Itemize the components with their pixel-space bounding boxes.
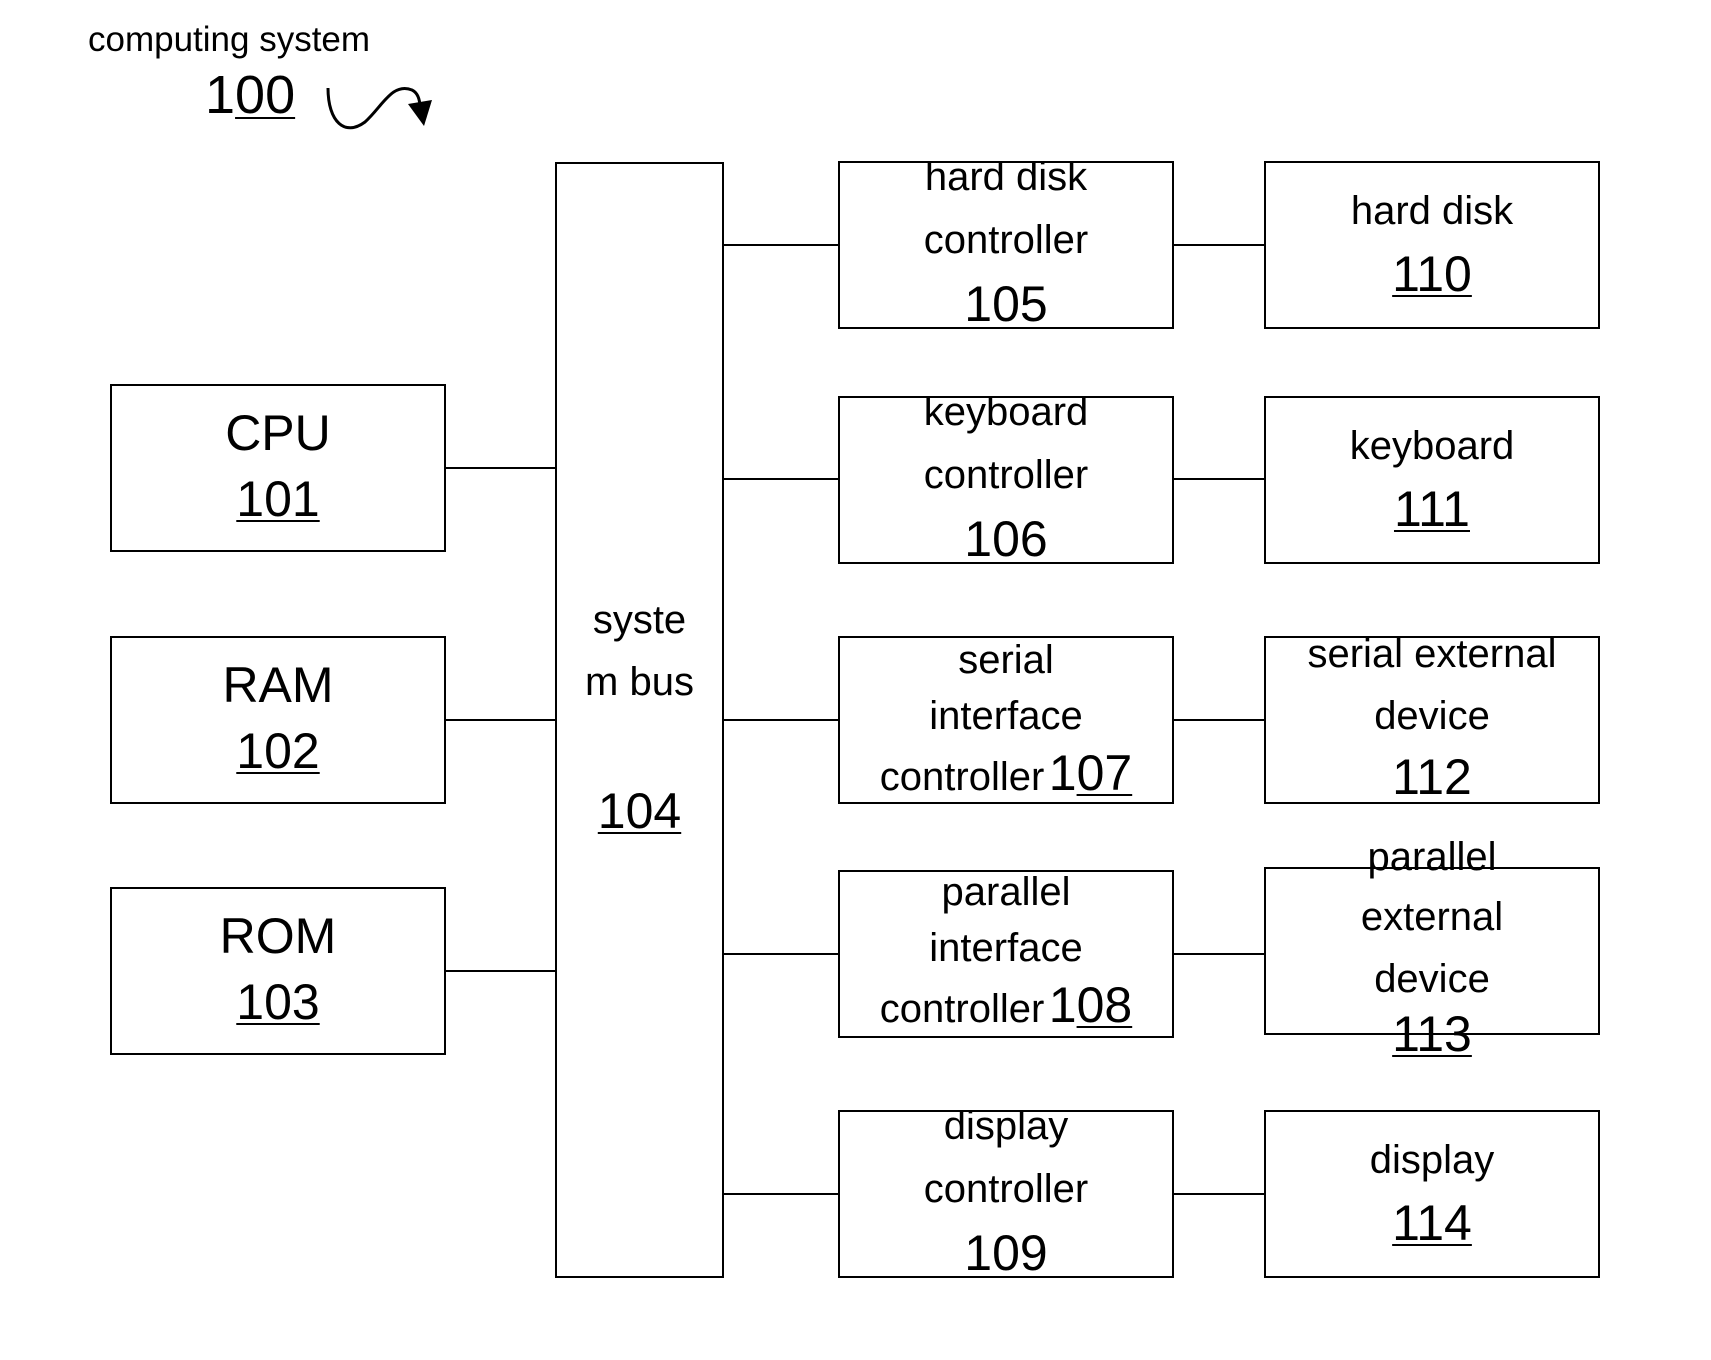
bus-kbc-connector [724,478,838,480]
disp-line1: display [1369,1138,1495,1182]
kb-line1: keyboard [1349,424,1515,468]
display-box: display 114 [1264,1110,1600,1278]
kbc-line2: controller [923,453,1089,497]
bus-sic-connector [724,719,838,721]
hdc-line2: controller [923,218,1089,262]
hdc-line1: hard disk [924,155,1088,199]
bus-dc-connector [724,1193,838,1195]
cpu-bus-connector [446,467,556,469]
pic-line2: interface [929,926,1083,970]
pic-line1: parallel [941,870,1071,914]
kbc-ref: 106 [964,511,1048,567]
pic-ref-underlined: 08 [1076,977,1133,1033]
hd-ref: 110 [1392,246,1472,302]
parallel-external-device-box: parallel external device 113 [1264,837,1600,1059]
ram-bus-connector [446,719,556,721]
pic-ref-prefix: 1 [1048,977,1077,1033]
sic-line3: controller [879,755,1045,799]
ped-line3: device [1374,957,1490,1001]
keyboard-box: keyboard 111 [1264,396,1600,564]
cpu-label: CPU [225,405,331,461]
hard-disk-box: hard disk 110 [1264,161,1600,329]
kbc-kb-connector [1174,478,1266,480]
bus-label-line1: syste [592,598,687,642]
disp-ref: 114 [1392,1195,1472,1251]
dc-line2: controller [923,1167,1089,1211]
figure-title: computing system [88,20,371,59]
hard-disk-controller-box: hard disk controller 105 [838,157,1174,332]
kbc-line1: keyboard [923,390,1089,434]
rom-label: ROM [219,908,337,964]
cpu-box: CPU 101 [110,384,446,552]
hdc-hd-connector [1174,244,1266,246]
pic-ped-connector [1174,953,1266,955]
sic-ref-underlined: 07 [1076,745,1133,801]
pic-line3: controller [879,987,1045,1031]
keyboard-controller-box: keyboard controller 106 [838,392,1174,567]
sic-sed-connector [1174,719,1266,721]
figure-ref-number: 100 [205,64,295,126]
rom-ref: 103 [236,974,320,1030]
serial-external-device-box: serial external device 112 [1264,632,1600,805]
bus-ref: 104 [597,783,682,839]
sed-line2: device [1374,694,1490,738]
hdc-ref: 105 [964,276,1048,332]
kb-ref: 111 [1393,481,1470,537]
ped-line2: external [1360,895,1504,939]
squiggle-arrow-icon [326,87,432,130]
rom-box: ROM 103 [110,887,446,1055]
bus-pic-connector [724,953,838,955]
cpu-ref: 101 [236,471,320,527]
ram-label: RAM [222,657,334,713]
rom-bus-connector [446,970,556,972]
sed-ref: 112 [1392,749,1472,805]
sic-ref-prefix: 1 [1048,745,1077,801]
parallel-interface-controller-box: parallel interface controller 108 [838,870,1174,1038]
display-controller-box: display controller 109 [838,1106,1174,1281]
ped-line1: parallel [1367,835,1497,879]
hd-line1: hard disk [1350,189,1514,233]
sed-line1: serial external [1307,632,1557,676]
ped-ref: 113 [1392,1006,1472,1062]
bus-label-line2: m bus [585,660,694,704]
ram-ref: 102 [236,723,320,779]
dc-ref: 109 [964,1225,1048,1281]
figure-ref-prefix: 1 [205,65,236,125]
bus-hdc-connector [724,244,838,246]
serial-interface-controller-box: serial interface controller 107 [838,636,1174,804]
ram-box: RAM 102 [110,636,446,804]
figure-ref-underlined: 00 [235,65,296,125]
system-bus-box: syste m bus 104 [555,162,724,1278]
dc-disp-connector [1174,1193,1266,1195]
dc-line1: display [943,1104,1069,1148]
sic-line2: interface [929,694,1083,738]
sic-line1: serial [958,638,1054,682]
